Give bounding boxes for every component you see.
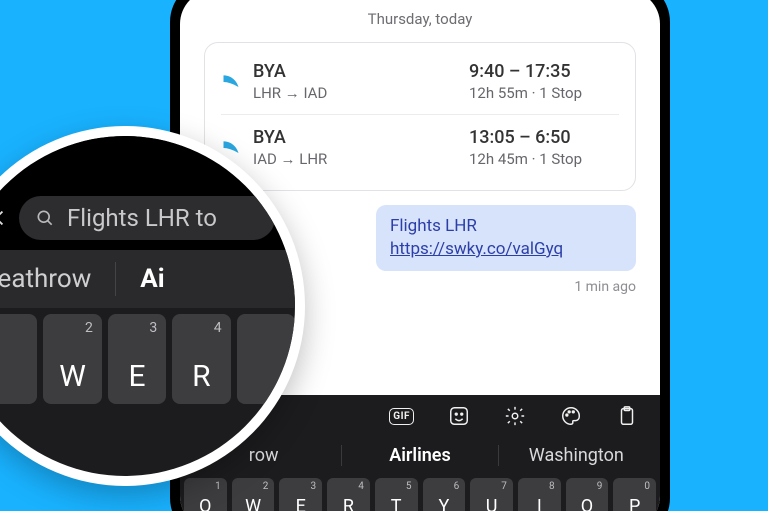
lens-suggestion-bar: Heathrow Ai <box>0 250 295 308</box>
key-o[interactable]: 9O <box>566 478 609 511</box>
search-text: Flights LHR to <box>67 204 217 232</box>
key-rows: 1Q2W3E4R5T6Y7U8I9O0P <box>180 478 660 511</box>
sticker-icon[interactable] <box>448 405 470 427</box>
key-partial[interactable] <box>0 314 37 404</box>
flight-airline: BYA <box>253 127 457 148</box>
stage: Thursday, today BYA LHR → IAD 9:40 – 17:… <box>0 0 768 511</box>
airline-wing-icon <box>221 138 241 158</box>
close-icon[interactable] <box>0 207 7 229</box>
magnifier-lens: Flights LHR to Heathrow Ai 2W3E4R <box>0 136 295 476</box>
suggestion-item[interactable]: Washington <box>499 439 654 472</box>
message-link[interactable]: https://swky.co/valGyq <box>390 238 622 261</box>
palette-icon[interactable] <box>560 405 582 427</box>
flight-airline: BYA <box>253 61 457 82</box>
flight-time: 9:40 – 17:35 <box>469 61 619 82</box>
search-input[interactable]: Flights LHR to <box>19 196 275 240</box>
flight-time: 13:05 – 6:50 <box>469 127 619 148</box>
key-i[interactable]: 8I <box>518 478 561 511</box>
key-partial[interactable] <box>237 314 295 404</box>
clipboard-icon[interactable] <box>616 405 638 427</box>
gif-icon[interactable]: GIF <box>389 408 414 425</box>
suggestion-bar: row Airlines Washington <box>180 435 660 478</box>
key-w[interactable]: 2W <box>232 478 275 511</box>
key-y[interactable]: 6Y <box>423 478 466 511</box>
lens-suggestion[interactable]: Heathrow <box>0 264 115 294</box>
flight-card[interactable]: BYA LHR → IAD 9:40 – 17:35 12h 55m · 1 S… <box>204 42 636 191</box>
day-label: Thursday, today <box>204 10 636 28</box>
gear-icon[interactable] <box>504 405 526 427</box>
key-r[interactable]: 4R <box>172 314 230 404</box>
flight-duration: 12h 55m · 1 Stop <box>469 84 619 102</box>
key-u[interactable]: 7U <box>470 478 513 511</box>
flight-route: IAD → LHR <box>253 150 457 168</box>
key-t[interactable]: 5T <box>375 478 418 511</box>
search-icon <box>35 208 55 228</box>
message-line: Flights LHR <box>390 215 622 238</box>
flight-row-return[interactable]: BYA IAD → LHR 13:05 – 6:50 12h 45m · 1 S… <box>221 114 619 180</box>
flight-route: LHR → IAD <box>253 84 457 102</box>
key-r[interactable]: 4R <box>327 478 370 511</box>
key-e[interactable]: 3E <box>279 478 322 511</box>
lens-search-row: Flights LHR to <box>0 186 295 250</box>
message-bubble[interactable]: Flights LHR https://swky.co/valGyq <box>376 205 636 271</box>
key-p[interactable]: 0P <box>613 478 656 511</box>
key-q[interactable]: 1Q <box>184 478 227 511</box>
key-w[interactable]: 2W <box>43 314 101 404</box>
key-e[interactable]: 3E <box>108 314 166 404</box>
flight-row-outbound[interactable]: BYA LHR → IAD 9:40 – 17:35 12h 55m · 1 S… <box>221 57 619 114</box>
airline-wing-icon <box>221 72 241 92</box>
flight-duration: 12h 45m · 1 Stop <box>469 150 619 168</box>
suggestion-item[interactable]: Airlines <box>342 439 497 472</box>
lens-suggestion[interactable]: Ai <box>116 264 188 294</box>
